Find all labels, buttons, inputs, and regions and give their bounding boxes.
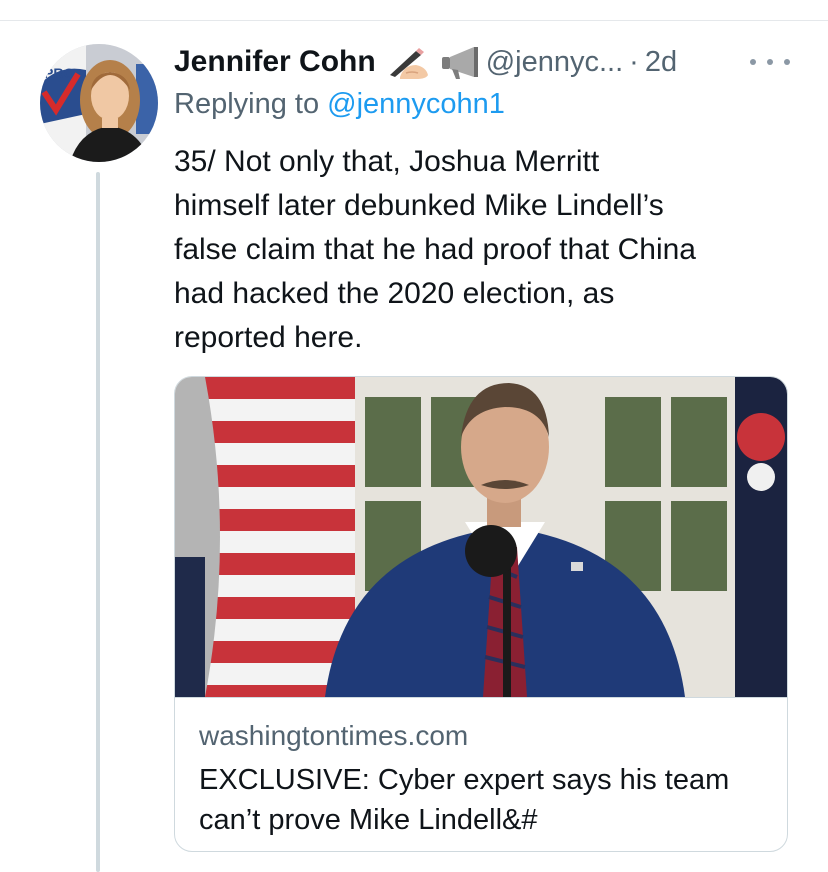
replying-to-handle-link[interactable]: @jennycohn1 — [327, 88, 505, 120]
more-dot-icon — [750, 59, 756, 65]
avatar[interactable]: PRO — [40, 44, 158, 162]
replying-to-label: Replying to — [174, 88, 320, 120]
tweet-text-line: false claim that he had proof that China — [174, 233, 696, 266]
megaphone-icon — [440, 45, 480, 79]
tweet-text-line: had hacked the 2020 election, as — [174, 277, 615, 310]
link-title: EXCLUSIVE: Cyber expert says his team ca… — [199, 764, 730, 836]
link-preview-card[interactable]: washingtontimes.com EXCLUSIVE: Cyber exp… — [174, 376, 788, 852]
tweet-timestamp[interactable]: 2d — [645, 46, 677, 79]
link-preview-body: washingtontimes.com EXCLUSIVE: Cyber exp… — [175, 697, 787, 851]
writing-hand-icon — [386, 45, 430, 79]
top-divider — [0, 20, 828, 21]
author-handle[interactable]: @jennyc... — [486, 46, 623, 79]
link-preview-image — [175, 377, 787, 697]
tweet-header: Jennifer Cohn @jennyc... · 2d — [174, 42, 677, 82]
more-options-button[interactable] — [750, 50, 790, 74]
tweet-text-line: 35/ Not only that, Joshua Merritt — [174, 145, 600, 178]
thread-connector-line — [96, 172, 100, 872]
avatar-photo: PRO — [40, 44, 158, 162]
tweet-text-line: reported here. — [174, 321, 363, 354]
more-dot-icon — [784, 59, 790, 65]
separator-dot: · — [629, 45, 639, 78]
more-dot-icon — [767, 59, 773, 65]
author-display-name[interactable]: Jennifer Cohn — [174, 45, 376, 79]
tweet-text-line: himself later debunked Mike Lindell’s — [174, 189, 664, 222]
avatar-sign-text: PRO — [44, 65, 74, 81]
link-domain: washingtontimes.com — [199, 720, 469, 751]
tweet-text: 35/ Not only that, Joshua Merritt himsel… — [174, 140, 794, 360]
replying-to: Replying to @jennycohn1 — [174, 88, 505, 121]
